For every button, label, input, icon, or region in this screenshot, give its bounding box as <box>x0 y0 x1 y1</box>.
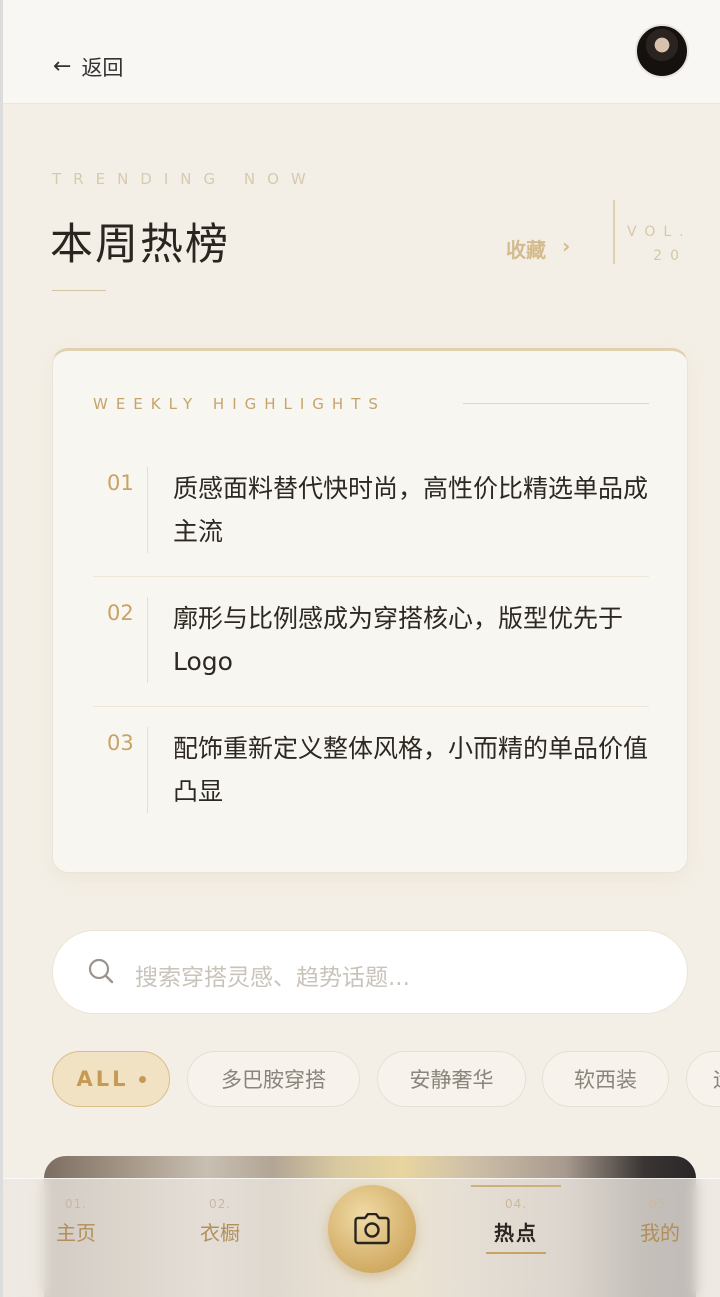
vol-label: VOL. <box>627 224 692 240</box>
chip-label: 运 <box>713 1064 720 1094</box>
card-heading-line <box>463 403 649 404</box>
nav-label: 我的 <box>640 1221 680 1245</box>
chip-all[interactable]: ALL <box>52 1051 170 1107</box>
highlight-number: 01 <box>107 471 134 495</box>
nav-index: 02. <box>208 1197 232 1211</box>
highlight-text: 配饰重新定义整体风格，小而精的单品价值凸显 <box>173 734 649 806</box>
divider <box>93 576 649 577</box>
active-dot-icon <box>138 1075 146 1083</box>
chip-dopamine[interactable]: 多巴胺穿搭 <box>187 1051 360 1107</box>
highlight-number: 02 <box>107 601 134 625</box>
chip-soft-suit[interactable]: 软西装 <box>542 1051 669 1107</box>
title-underline <box>52 290 106 291</box>
highlight-text: 质感面料替代快时尚，高性价比精选单品成主流 <box>173 474 649 546</box>
divider <box>93 706 649 707</box>
search-input[interactable]: 搜索穿搭灵感、趋势话题... <box>135 958 410 992</box>
window-edge <box>0 0 3 1297</box>
nav-index: 05. <box>648 1197 672 1211</box>
volume-badge: VOL. 20 <box>627 220 687 268</box>
chip-quiet-luxury[interactable]: 安静奢华 <box>377 1051 526 1107</box>
nav-label: 主页 <box>56 1221 96 1245</box>
nav-trending[interactable]: 04. 热点 <box>471 1185 561 1254</box>
camera-icon <box>354 1213 390 1245</box>
favorite-label: 收藏 <box>506 238 546 262</box>
section-eyebrow: TRENDING NOW <box>52 170 318 188</box>
top-bar: ← 返回 <box>3 0 720 104</box>
chip-sport[interactable]: 运 <box>686 1051 720 1107</box>
chevron-right-icon: › <box>562 234 571 258</box>
favorite-button[interactable]: 收藏 › <box>506 234 570 263</box>
nav-index: 04. <box>504 1197 528 1211</box>
nav-label: 衣橱 <box>200 1221 240 1245</box>
highlight-text: 廓形与比例感成为穿搭核心，版型优先于 Logo <box>173 604 624 676</box>
weekly-highlights-card: WEEKLY HIGHLIGHTS 01 质感面料替代快时尚，高性价比精选单品成… <box>52 348 688 873</box>
back-button[interactable]: ← 返回 <box>53 52 123 82</box>
chip-label: 多巴胺穿搭 <box>221 1068 326 1092</box>
active-underline <box>486 1252 546 1254</box>
highlight-number: 03 <box>107 731 134 755</box>
card-heading: WEEKLY HIGHLIGHTS <box>93 395 386 413</box>
highlight-rule <box>147 597 148 683</box>
arrow-left-icon: ← <box>53 54 72 79</box>
search-icon <box>88 958 114 984</box>
vol-number: 20 <box>653 248 687 264</box>
user-avatar[interactable] <box>635 24 689 78</box>
nav-label: 热点 <box>494 1221 538 1245</box>
chip-label: ALL <box>76 1067 129 1091</box>
active-indicator <box>471 1185 561 1187</box>
back-label: 返回 <box>81 56 124 80</box>
nav-home[interactable]: 01. 主页 <box>31 1197 121 1246</box>
page-title: 本周热榜 <box>50 220 230 270</box>
camera-button[interactable] <box>328 1185 416 1273</box>
chip-label: 软西装 <box>574 1068 637 1092</box>
nav-wardrobe[interactable]: 02. 衣橱 <box>175 1197 265 1246</box>
nav-profile[interactable]: 05. 我的 <box>615 1197 705 1246</box>
bottom-nav: 01. 主页 02. 衣橱 04. 热点 05. 我的 <box>3 1178 720 1297</box>
highlight-rule <box>147 467 148 553</box>
nav-index: 01. <box>64 1197 88 1211</box>
highlight-rule <box>147 727 148 813</box>
vol-divider <box>613 200 615 264</box>
search-bar[interactable]: 搜索穿搭灵感、趋势话题... <box>52 930 688 1014</box>
chip-label: 安静奢华 <box>409 1068 494 1092</box>
